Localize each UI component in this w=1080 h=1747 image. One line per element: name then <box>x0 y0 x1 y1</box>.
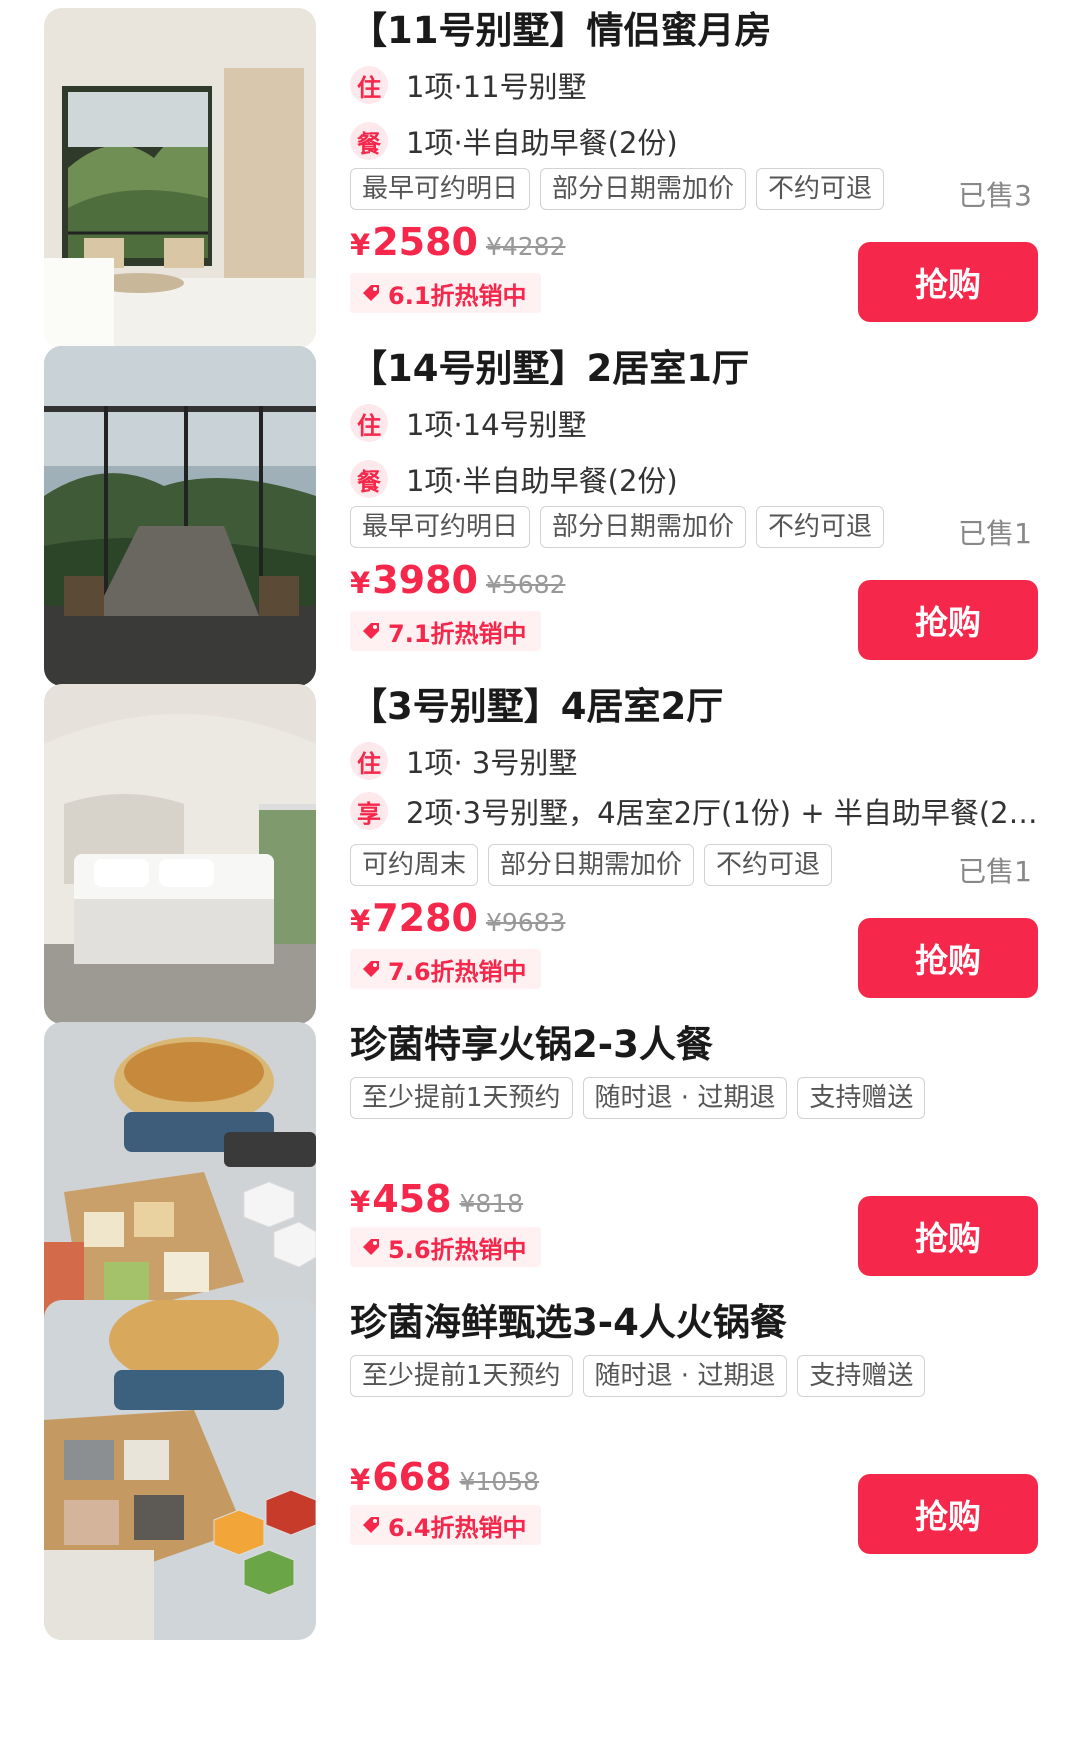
discount-text: 6.1折热销中 <box>388 281 527 310</box>
currency-symbol: ¥ <box>350 228 371 262</box>
product-title[interactable]: 【3号别墅】4居室2厅 <box>350 684 723 730</box>
detail-text: 2项·3号别墅，4居室2厅(1份) + 半自助早餐(2份) <box>406 796 1038 830</box>
detail-text: 1项·11号别墅 <box>406 70 587 104</box>
price-row: ¥ 3980 ¥5682 <box>350 558 565 602</box>
buy-button[interactable]: 抢购 <box>858 580 1038 660</box>
price-row: ¥ 2580 ¥4282 <box>350 220 565 264</box>
tag: 不约可退 <box>704 844 833 886</box>
detail-text: 1项·半自助早餐(2份) <box>406 464 678 498</box>
product-list: 【11号别墅】情侣蜜月房 住 1项·11号别墅 餐 1项·半自助早餐(2份) 最… <box>0 0 1080 1747</box>
price-tag-icon <box>363 285 379 301</box>
detail-row-lodging: 住 1项·14号别墅 <box>350 403 1038 443</box>
buy-button[interactable]: 抢购 <box>858 918 1038 998</box>
discount-text: 7.6折热销中 <box>388 957 527 986</box>
tag: 部分日期需加价 <box>540 506 747 548</box>
lodging-icon: 住 <box>350 66 388 104</box>
tag: 至少提前1天预约 <box>350 1355 573 1397</box>
tag: 至少提前1天预约 <box>350 1077 573 1119</box>
product-card[interactable]: 珍菌海鲜甄选3-4人火锅餐 至少提前1天预约 随时退 · 过期退 支持赠送 ¥ … <box>0 1300 1080 1640</box>
original-price: ¥4282 <box>485 232 566 261</box>
discount-badge: 7.6折热销中 <box>350 949 541 989</box>
discount-badge: 6.4折热销中 <box>350 1505 541 1545</box>
tag: 部分日期需加价 <box>488 844 695 886</box>
tag-list: 至少提前1天预约 随时退 · 过期退 支持赠送 <box>350 1077 926 1119</box>
discount-badge: 5.6折热销中 <box>350 1227 541 1267</box>
product-image[interactable] <box>44 8 316 348</box>
buy-button[interactable]: 抢购 <box>858 242 1038 322</box>
discount-text: 6.4折热销中 <box>388 1513 527 1542</box>
tag: 支持赠送 <box>797 1077 926 1119</box>
tag: 最早可约明日 <box>350 506 531 548</box>
original-price: ¥5682 <box>485 570 566 599</box>
price-tag-icon <box>363 961 379 977</box>
price-tag-icon <box>363 623 379 639</box>
discount-badge: 6.1折热销中 <box>350 273 541 313</box>
product-title[interactable]: 珍菌特享火锅2-3人餐 <box>350 1022 713 1068</box>
product-card[interactable]: 【11号别墅】情侣蜜月房 住 1项·11号别墅 餐 1项·半自助早餐(2份) 最… <box>0 8 1080 348</box>
currency-symbol: ¥ <box>350 1185 371 1219</box>
meal-icon: 餐 <box>350 460 388 498</box>
product-title[interactable]: 【11号别墅】情侣蜜月房 <box>350 8 772 54</box>
tag: 部分日期需加价 <box>540 168 747 210</box>
sold-count: 已售3 <box>958 179 1032 212</box>
price-row: ¥ 7280 ¥9683 <box>350 896 565 940</box>
price: 458 <box>372 1177 452 1221</box>
price-tag-icon <box>363 1239 379 1255</box>
tag-list: 最早可约明日 部分日期需加价 不约可退 <box>350 506 885 548</box>
product-image[interactable] <box>44 684 316 1024</box>
lodging-icon: 住 <box>350 404 388 442</box>
tag-list: 至少提前1天预约 随时退 · 过期退 支持赠送 <box>350 1355 926 1397</box>
tag-list: 最早可约明日 部分日期需加价 不约可退 <box>350 168 885 210</box>
sold-count: 已售1 <box>958 517 1032 550</box>
product-title[interactable]: 【14号别墅】2居室1厅 <box>350 346 749 392</box>
price-row: ¥ 668 ¥1058 <box>350 1455 539 1499</box>
detail-text: 1项·14号别墅 <box>406 408 587 442</box>
detail-row-package: 享 2项·3号别墅，4居室2厅(1份) + 半自助早餐(2份) <box>350 791 1038 831</box>
detail-row-lodging: 住 1项·11号别墅 <box>350 65 1038 105</box>
original-price: ¥9683 <box>485 908 566 937</box>
price: 2580 <box>372 220 478 264</box>
original-price: ¥818 <box>459 1189 524 1218</box>
discount-text: 5.6折热销中 <box>388 1235 527 1264</box>
tag: 不约可退 <box>756 506 885 548</box>
lodging-icon: 住 <box>350 742 388 780</box>
package-icon: 享 <box>350 792 388 830</box>
detail-text: 1项·半自助早餐(2份) <box>406 126 678 160</box>
product-card[interactable]: 【3号别墅】4居室2厅 住 1项· 3号别墅 享 2项·3号别墅，4居室2厅(1… <box>0 684 1080 1024</box>
buy-button[interactable]: 抢购 <box>858 1474 1038 1554</box>
detail-row-meal: 餐 1项·半自助早餐(2份) <box>350 459 1038 499</box>
currency-symbol: ¥ <box>350 904 371 938</box>
product-card[interactable]: 【14号别墅】2居室1厅 住 1项·14号别墅 餐 1项·半自助早餐(2份) 最… <box>0 346 1080 686</box>
tag-list: 可约周末 部分日期需加价 不约可退 <box>350 844 833 886</box>
detail-row-meal: 餐 1项·半自助早餐(2份) <box>350 121 1038 161</box>
product-image[interactable] <box>44 1300 316 1640</box>
tag: 随时退 · 过期退 <box>582 1077 788 1119</box>
price: 7280 <box>372 896 478 940</box>
tag: 可约周末 <box>350 844 479 886</box>
product-image[interactable] <box>44 346 316 686</box>
price-tag-icon <box>363 1517 379 1533</box>
meal-icon: 餐 <box>350 122 388 160</box>
tag: 不约可退 <box>756 168 885 210</box>
discount-badge: 7.1折热销中 <box>350 611 541 651</box>
price: 668 <box>372 1455 452 1499</box>
tag: 随时退 · 过期退 <box>582 1355 788 1397</box>
price: 3980 <box>372 558 478 602</box>
buy-button[interactable]: 抢购 <box>858 1196 1038 1276</box>
sold-count: 已售1 <box>958 855 1032 888</box>
original-price: ¥1058 <box>459 1467 540 1496</box>
price-row: ¥ 458 ¥818 <box>350 1177 523 1221</box>
detail-text: 1项· 3号别墅 <box>406 746 578 780</box>
currency-symbol: ¥ <box>350 566 371 600</box>
tag: 最早可约明日 <box>350 168 531 210</box>
discount-text: 7.1折热销中 <box>388 619 527 648</box>
product-title[interactable]: 珍菌海鲜甄选3-4人火锅餐 <box>350 1300 787 1346</box>
tag: 支持赠送 <box>797 1355 926 1397</box>
currency-symbol: ¥ <box>350 1463 371 1497</box>
detail-row-lodging: 住 1项· 3号别墅 <box>350 741 1038 781</box>
